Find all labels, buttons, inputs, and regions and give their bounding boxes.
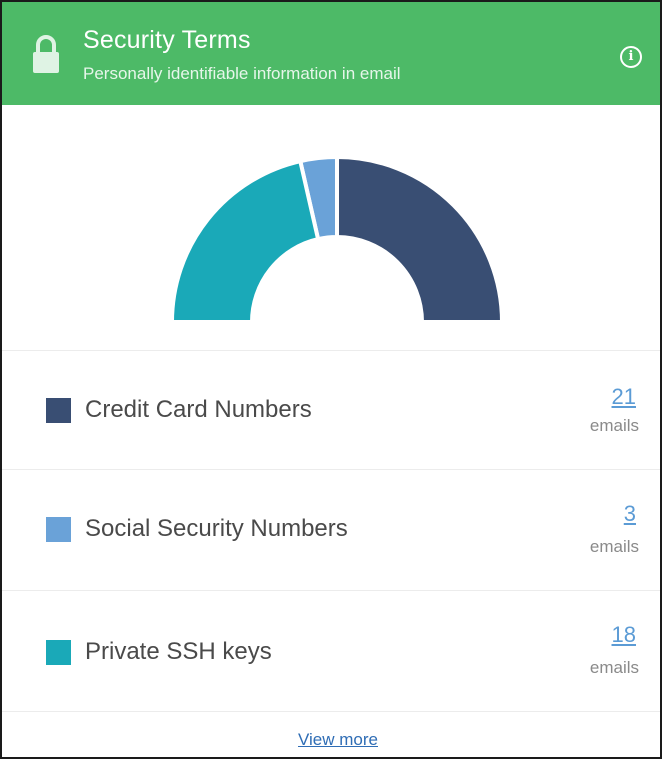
legend-swatch <box>46 640 71 665</box>
list-item: Private SSH keys 18 emails <box>2 590 660 710</box>
email-count-link[interactable]: 18 <box>556 622 636 648</box>
donut-slice-3 <box>169 158 321 324</box>
count-unit: emails <box>589 658 639 677</box>
view-more-link[interactable]: View more <box>2 730 662 750</box>
legend-swatch <box>46 398 71 423</box>
donut-slice-1 <box>335 154 505 324</box>
half-donut-chart <box>169 154 505 324</box>
info-icon[interactable] <box>620 46 642 68</box>
legend-swatch <box>46 517 71 542</box>
row-label: Private SSH keys <box>85 638 272 665</box>
divider <box>2 711 660 712</box>
card-subtitle: Personally identifiable information in e… <box>83 64 401 83</box>
security-terms-card: Security Terms Personally identifiable i… <box>0 0 662 759</box>
count-unit: emails <box>589 537 639 556</box>
email-count-link[interactable]: 3 <box>556 501 636 527</box>
list-item: Credit Card Numbers 21 emails <box>2 350 660 470</box>
card-header: Security Terms Personally identifiable i… <box>2 2 660 105</box>
row-label: Credit Card Numbers <box>85 396 312 423</box>
row-label: Social Security Numbers <box>85 515 348 542</box>
email-count-link[interactable]: 21 <box>556 384 636 410</box>
count-unit: emails <box>589 416 639 435</box>
list-item: Social Security Numbers 3 emails <box>2 469 660 589</box>
lock-icon <box>33 35 59 73</box>
card-title: Security Terms <box>83 26 251 54</box>
